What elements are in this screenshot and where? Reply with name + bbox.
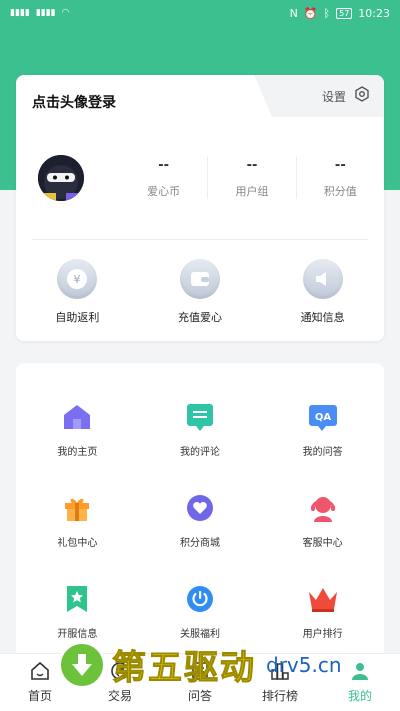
- quick-actions: ¥ 自助返利 充值爱心 通知信息: [16, 259, 384, 325]
- power-icon: [183, 582, 217, 616]
- menu-grid: 我的主页 我的评论 QA 我的问答 礼包中心 积分商城 客服中心 开服信息 关服…: [16, 400, 384, 640]
- menu-gift-center[interactable]: 礼包中心: [16, 491, 139, 549]
- bottom-tab-bar: 首页 交易 问答 排行榜 我的: [0, 653, 400, 711]
- menu-my-homepage[interactable]: 我的主页: [16, 400, 139, 458]
- action-recharge[interactable]: 充值爱心: [139, 259, 262, 325]
- menu-label: 用户排行: [302, 629, 343, 640]
- tab-mine[interactable]: 我的: [320, 654, 400, 711]
- tab-home[interactable]: 首页: [0, 654, 80, 711]
- speaker-icon: [302, 259, 343, 299]
- menu-label: 我的问答: [302, 447, 343, 458]
- tab-label: 排行榜: [261, 689, 298, 703]
- menu-user-ranking[interactable]: 用户排行: [261, 582, 384, 640]
- action-label: 充值爱心: [178, 311, 222, 324]
- signal-icon: ▮▮▮▮: [10, 8, 30, 18]
- stat-points[interactable]: -- 积分值: [295, 157, 384, 199]
- action-notifications[interactable]: 通知信息: [261, 259, 384, 325]
- tab-label: 我的: [347, 689, 372, 703]
- tab-label: 交易: [107, 689, 132, 703]
- tab-qa[interactable]: 问答: [160, 654, 240, 711]
- headset-icon: [306, 491, 340, 525]
- qa-icon: QA: [306, 400, 340, 434]
- menu-server-close-benefits[interactable]: 关服福利: [139, 582, 262, 640]
- menu-customer-service[interactable]: 客服中心: [261, 491, 384, 549]
- home-outline-icon: [30, 661, 50, 685]
- status-right: N ⏰ ᛒ 57 10:23: [290, 7, 390, 20]
- settings-label: 设置: [321, 89, 346, 104]
- stat-value: --: [158, 158, 170, 173]
- wallet-icon: [180, 259, 220, 299]
- bluetooth-icon: ᛒ: [323, 6, 331, 20]
- divider: [32, 239, 368, 240]
- stat-value: --: [334, 158, 346, 173]
- stat-label: 用户组: [235, 185, 269, 198]
- profile-card: 点击头像登录 设置 -- 爱心币 -- 用户组 -- 积分值 ¥ 自助返利 充值…: [16, 75, 384, 341]
- exchange-icon: [110, 661, 130, 685]
- wifi-icon: ◠: [61, 8, 70, 18]
- menu-my-comments[interactable]: 我的评论: [139, 400, 262, 458]
- tab-trade[interactable]: 交易: [80, 654, 160, 711]
- stat-love-coins[interactable]: -- 爱心币: [120, 157, 207, 199]
- yen-coin-icon: ¥: [57, 259, 98, 299]
- stat-user-group[interactable]: -- 用户组: [207, 157, 295, 199]
- menu-label: 礼包中心: [57, 538, 98, 549]
- ranking-icon: [270, 661, 290, 685]
- settings-button[interactable]: 设置: [254, 75, 384, 117]
- signal-icon: ▮▮▮▮: [35, 8, 56, 18]
- heart-shop-icon: [183, 491, 217, 525]
- alarm-icon: ⏰: [303, 6, 318, 20]
- action-rebate[interactable]: ¥ 自助返利: [16, 259, 139, 325]
- status-bar: ▮▮▮▮ ▮▮▮▮ ◠ N ⏰ ᛒ 57 10:23: [0, 0, 400, 26]
- clock: 10:23: [358, 6, 390, 20]
- battery-icon: 57: [336, 7, 353, 19]
- stat-label: 积分值: [323, 185, 357, 198]
- svg-text:QA: QA: [315, 412, 332, 423]
- menu-label: 积分商城: [179, 538, 220, 549]
- avatar[interactable]: [38, 155, 84, 201]
- svg-text:¥: ¥: [74, 273, 81, 286]
- menu-label: 我的评论: [179, 447, 220, 458]
- gift-icon: [60, 491, 94, 525]
- home-icon: [60, 400, 94, 434]
- menu-my-qa[interactable]: QA 我的问答: [261, 400, 384, 458]
- tab-ranking[interactable]: 排行榜: [240, 654, 320, 711]
- menu-label: 我的主页: [57, 447, 98, 458]
- tab-label: 问答: [187, 689, 212, 703]
- menu-server-open-info[interactable]: 开服信息: [16, 582, 139, 640]
- tab-label: 首页: [27, 689, 52, 703]
- action-label: 自助返利: [55, 311, 100, 324]
- signal-indicators: ▮▮▮▮ ▮▮▮▮ ◠: [10, 8, 69, 18]
- menu-card: 我的主页 我的评论 QA 我的问答 礼包中心 积分商城 客服中心 开服信息 关服…: [16, 363, 384, 663]
- menu-label: 关服福利: [179, 629, 220, 640]
- action-label: 通知信息: [300, 311, 345, 324]
- menu-points-mall[interactable]: 积分商城: [139, 491, 262, 549]
- menu-label: 开服信息: [57, 629, 98, 640]
- nfc-icon: N: [289, 6, 298, 20]
- login-prompt[interactable]: 点击头像登录: [32, 92, 116, 112]
- comment-icon: [183, 400, 217, 434]
- doc-icon: [190, 661, 210, 685]
- menu-label: 客服中心: [302, 538, 343, 549]
- stats-row: -- 爱心币 -- 用户组 -- 积分值: [120, 157, 384, 199]
- gear-icon: [354, 86, 370, 106]
- crown-icon: [306, 582, 340, 616]
- person-icon: [350, 661, 370, 685]
- stat-value: --: [246, 158, 258, 173]
- bookmark-star-icon: [60, 582, 94, 616]
- stat-label: 爱心币: [147, 185, 181, 198]
